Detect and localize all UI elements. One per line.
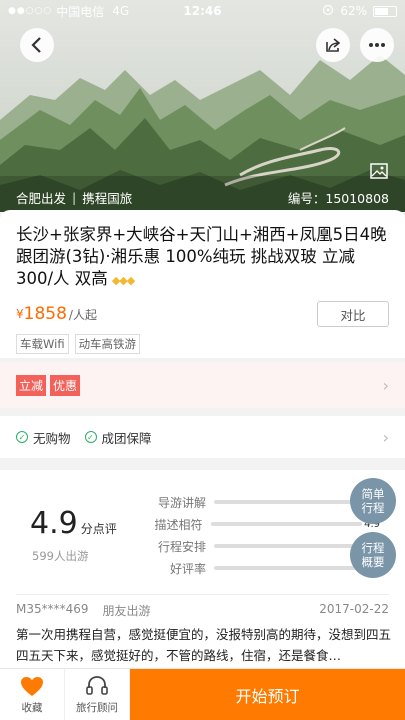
share-button[interactable] xyxy=(316,28,350,62)
favorite-label: 收藏 xyxy=(21,701,43,714)
itinerary-overview-label: 行程概要 xyxy=(361,541,385,569)
headset-icon xyxy=(86,676,108,695)
review-date: 2017-02-22 xyxy=(319,602,389,616)
status-bar: ●●○○○ 中国电信 4G 12:46 62% xyxy=(0,0,405,22)
feature-tag: 车载Wifi xyxy=(16,334,69,354)
review-user: M35****469 xyxy=(16,602,89,616)
diamond-rating-icon: ◆◆◆ xyxy=(111,274,135,287)
product-title: 长沙+张家界+大峡谷+天门山+湘西+凤凰5日4晚跟团游(3钻)·湘乐惠 100%… xyxy=(16,224,389,292)
back-arrow-icon xyxy=(31,37,41,53)
tour-count: 599人出游 xyxy=(32,549,89,563)
simple-itinerary-button[interactable]: 简单行程 xyxy=(350,478,396,524)
review-header: M35****469 朋友出游 2017-02-22 xyxy=(16,602,389,619)
price-currency: ¥ xyxy=(16,307,24,321)
rating-bar xyxy=(210,522,363,526)
heart-icon xyxy=(21,676,43,696)
review-text[interactable]: 第一次用携程自营，感觉挺便宜的，没报特别高的期待，没想到四五四五天下来，感觉挺好… xyxy=(16,624,391,666)
review-score: 4.9 xyxy=(30,506,78,541)
divider xyxy=(16,594,389,595)
price-value: 1858 xyxy=(23,304,67,324)
hero-image[interactable]: ●●○○○ 中国电信 4G 12:46 62% 合肥出发 | 携程国旅 编号：1… xyxy=(0,0,405,212)
separator: | xyxy=(72,189,77,205)
score-block: 4.9 分点评 xyxy=(30,506,117,541)
consultant-button[interactable]: 旅行顾问 xyxy=(65,669,130,720)
hero-info-bar: 合肥出发 | 携程国旅 编号：15010808 xyxy=(0,186,405,208)
consultant-label: 旅行顾问 xyxy=(76,702,118,714)
product-code: 编号：15010808 xyxy=(287,190,389,206)
share-icon xyxy=(326,38,341,52)
simple-itinerary-label: 简单行程 xyxy=(361,487,385,515)
review-travel-type: 朋友出游 xyxy=(102,604,151,618)
more-button[interactable] xyxy=(360,28,394,62)
guarantee-row[interactable]: ✓ 无购物 ✓ 成团保障 › xyxy=(0,416,405,458)
agency-label: 携程国旅 xyxy=(82,190,133,206)
promo-row[interactable]: 立减 优惠 › xyxy=(0,362,405,408)
rating-row-match: 描述相符 4.9 xyxy=(140,516,381,532)
promo-tag-discount: 立减 xyxy=(16,374,47,396)
rating-label: 行程安排 xyxy=(157,539,206,554)
battery-icon xyxy=(373,5,397,17)
compare-button[interactable]: 对比 xyxy=(317,301,389,327)
chevron-right-icon: › xyxy=(382,375,389,395)
clock: 12:46 xyxy=(183,4,222,18)
feature-tags: 车载Wifi 动车高铁游 xyxy=(16,334,389,354)
guarantee-item: ✓ 无购物 xyxy=(16,428,71,447)
back-button[interactable] xyxy=(20,28,54,62)
favorite-button[interactable]: 收藏 xyxy=(0,669,65,720)
chevron-right-icon: › xyxy=(382,427,389,447)
gallery-icon[interactable] xyxy=(370,163,388,183)
more-dots-icon xyxy=(369,43,385,47)
rating-row-positive: 好评率 xyxy=(140,560,380,576)
rating-label: 好评率 xyxy=(169,561,206,576)
itinerary-overview-button[interactable]: 行程概要 xyxy=(350,532,396,578)
score-unit: 分点评 xyxy=(80,522,117,536)
departure-label: 合肥出发 xyxy=(16,190,67,206)
rating-row-guide: 导游讲解 xyxy=(140,494,380,510)
rating-label: 导游讲解 xyxy=(157,495,206,510)
rating-row-itinerary: 行程安排 xyxy=(140,538,380,554)
book-now-button[interactable]: 开始预订 xyxy=(130,669,405,720)
check-icon: ✓ xyxy=(84,431,97,443)
check-icon: ✓ xyxy=(16,431,28,443)
product-card: 长沙+张家界+大峡谷+天门山+湘西+凤凰5日4晚跟团游(3钻)·湘乐惠 100%… xyxy=(0,210,405,358)
rating-bar xyxy=(214,566,374,570)
rating-label: 描述相符 xyxy=(154,517,203,532)
bottom-bar: 收藏 旅行顾问 开始预订 xyxy=(0,668,405,720)
guarantee-label: 成团保障 xyxy=(101,430,152,446)
price-row: ¥ 1858 /人起 对比 xyxy=(16,300,389,328)
product-title-text: 长沙+张家界+大峡谷+天门山+湘西+凤凰5日4晚跟团游(3钻)·湘乐惠 100%… xyxy=(16,225,387,288)
promo-tag-offer: 优惠 xyxy=(50,374,81,396)
feature-tag: 动车高铁游 xyxy=(74,334,141,354)
guarantee-label: 无购物 xyxy=(33,430,71,446)
guarantee-item: ✓ 成团保障 xyxy=(84,428,152,447)
price-unit: /人起 xyxy=(68,307,97,322)
